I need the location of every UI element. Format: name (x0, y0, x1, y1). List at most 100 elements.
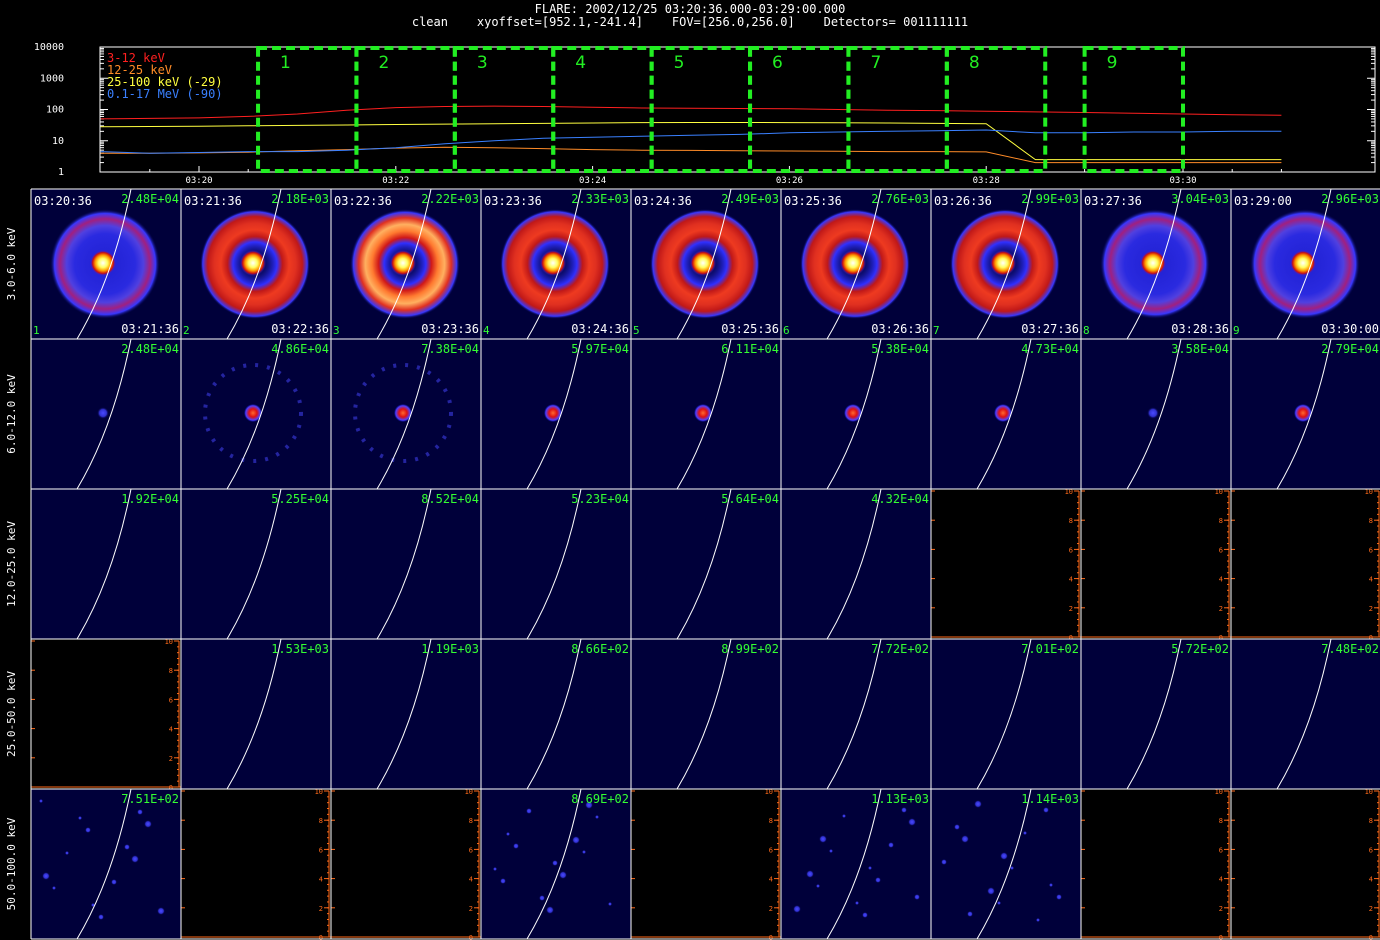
empty-axis-tick-label: 8 (1219, 517, 1223, 525)
empty-axis-tick-label: 8 (469, 817, 473, 825)
noise-blob (493, 867, 497, 871)
noise-blob (582, 850, 586, 854)
image-cell-r1-c0: 2.48E+04 (31, 338, 181, 490)
image-cell-r3-c7: 5.72E+02 (1081, 638, 1231, 790)
cell-background (631, 639, 781, 789)
source-core (90, 250, 116, 276)
interval-number-label: 6 (783, 324, 790, 337)
cell-background (931, 489, 1081, 639)
empty-axis-tick-label: 8 (1369, 817, 1373, 825)
image-cell-r4-c4: 0246810 (630, 788, 781, 940)
image-cell-r4-c3: 8.69E+02 (481, 788, 631, 940)
noise-blob (500, 878, 506, 884)
source-core (1147, 407, 1159, 419)
image-cell-r3-c6: 7.01E+02 (931, 638, 1081, 790)
source-core (97, 407, 109, 419)
image-cell-r2-c4: 5.64E+04 (631, 488, 781, 640)
empty-axis-tick-label: 2 (1219, 905, 1223, 913)
noise-blob (862, 912, 868, 918)
image-cell-r2-c8: 0246810 (1230, 488, 1380, 642)
source-core (840, 250, 866, 276)
row-label: 50.0-100.0 keV (5, 817, 18, 910)
image-cell-r2-c5: 4.32E+04 (781, 488, 931, 640)
interval-number-label: 2 (183, 324, 190, 337)
empty-axis-tick-label: 6 (1069, 546, 1073, 554)
noise-blob (1043, 807, 1049, 813)
image-cell-r4-c2: 0246810 (330, 788, 481, 940)
peak-value-label: 1.13E+03 (871, 792, 929, 806)
peak-value-label: 4.73E+04 (1021, 342, 1079, 356)
peak-value-label: 7.48E+02 (1321, 642, 1379, 656)
noise-blob (908, 818, 916, 826)
peak-value-label: 3.04E+03 (1171, 192, 1229, 206)
peak-value-label: 2.22E+03 (421, 192, 479, 206)
empty-axis-tick-label: 2 (769, 905, 773, 913)
peak-value-label: 2.18E+03 (271, 192, 329, 206)
noise-blob (131, 855, 139, 863)
end-time-label: 03:24:36 (571, 322, 629, 336)
image-cell-r3-c1: 1.53E+03 (181, 638, 331, 790)
image-cell-r0-c0: 2.48E+04 03:20:36 03:21:36 1 (31, 188, 181, 340)
peak-value-label: 2.49E+03 (721, 192, 779, 206)
empty-axis-tick-label: 8 (319, 817, 323, 825)
empty-axis-tick-label: 6 (1369, 546, 1373, 554)
cell-background (1081, 489, 1231, 639)
start-time-label: 03:26:36 (934, 194, 992, 208)
empty-axis-tick-label: 2 (1219, 605, 1223, 613)
empty-axis-tick-label: 6 (769, 846, 773, 854)
empty-axis-tick-label: 4 (319, 876, 323, 884)
start-time-label: 03:27:36 (1084, 194, 1142, 208)
noise-blob (111, 879, 117, 885)
cell-background (331, 489, 481, 639)
peak-value-label: 8.99E+02 (721, 642, 779, 656)
noise-blob (546, 906, 554, 914)
noise-blob (157, 907, 165, 915)
image-cell-r2-c7: 0246810 (1080, 488, 1231, 642)
noise-blob (539, 895, 545, 901)
image-cell-r4-c8: 0246810 (1230, 788, 1380, 940)
end-time-label: 03:30:00 (1321, 322, 1379, 336)
image-cell-r2-c2: 8.52E+04 (331, 488, 481, 640)
peak-value-label: 1.92E+04 (121, 492, 179, 506)
noise-blob (65, 851, 69, 855)
image-cell-r3-c0: 0246810 (30, 638, 181, 792)
cell-background (931, 789, 1081, 939)
noise-blob (85, 827, 91, 833)
peak-value-label: 5.72E+02 (1171, 642, 1229, 656)
cell-background (1231, 639, 1380, 789)
peak-value-label: 2.99E+03 (1021, 192, 1079, 206)
noise-blob (1056, 894, 1062, 900)
empty-axis-tick-label: 2 (1369, 905, 1373, 913)
noise-blob (124, 844, 130, 850)
end-time-label: 03:28:36 (1171, 322, 1229, 336)
noise-blob (1000, 852, 1008, 860)
noise-blob (888, 842, 894, 848)
empty-axis-tick-label: 8 (769, 817, 773, 825)
noise-blob (98, 914, 104, 920)
empty-axis-tick-label: 2 (1069, 605, 1073, 613)
empty-axis-tick-label: 2 (169, 755, 173, 763)
image-cell-r1-c2: 7.38E+04 (331, 338, 481, 490)
peak-value-label: 8.69E+02 (571, 792, 629, 806)
image-cell-r4-c6: 1.14E+03 (931, 788, 1081, 940)
peak-value-label: 5.97E+04 (571, 342, 629, 356)
empty-axis-tick-label: 6 (169, 696, 173, 704)
empty-axis-tick-label: 4 (1069, 576, 1073, 584)
noise-blob (941, 859, 947, 865)
cell-background (181, 639, 331, 789)
interval-number-label: 4 (483, 324, 490, 337)
peak-value-label: 1.53E+03 (271, 642, 329, 656)
noise-blob (901, 807, 907, 813)
image-cell-r2-c3: 5.23E+04 (481, 488, 631, 640)
cell-background (931, 639, 1081, 789)
empty-axis-tick-label: 6 (319, 846, 323, 854)
empty-axis-tick-label: 6 (1369, 846, 1373, 854)
row-label: 25.0-50.0 keV (5, 671, 18, 757)
noise-blob (552, 860, 558, 866)
row-label: 3.0-6.0 keV (5, 227, 18, 300)
empty-axis-tick-label: 2 (319, 905, 323, 913)
peak-value-label: 4.86E+04 (271, 342, 329, 356)
peak-value-label: 2.76E+03 (871, 192, 929, 206)
peak-value-label: 2.79E+04 (1321, 342, 1379, 356)
image-cell-r0-c3: 2.33E+03 03:23:36 03:24:36 4 (481, 188, 631, 340)
